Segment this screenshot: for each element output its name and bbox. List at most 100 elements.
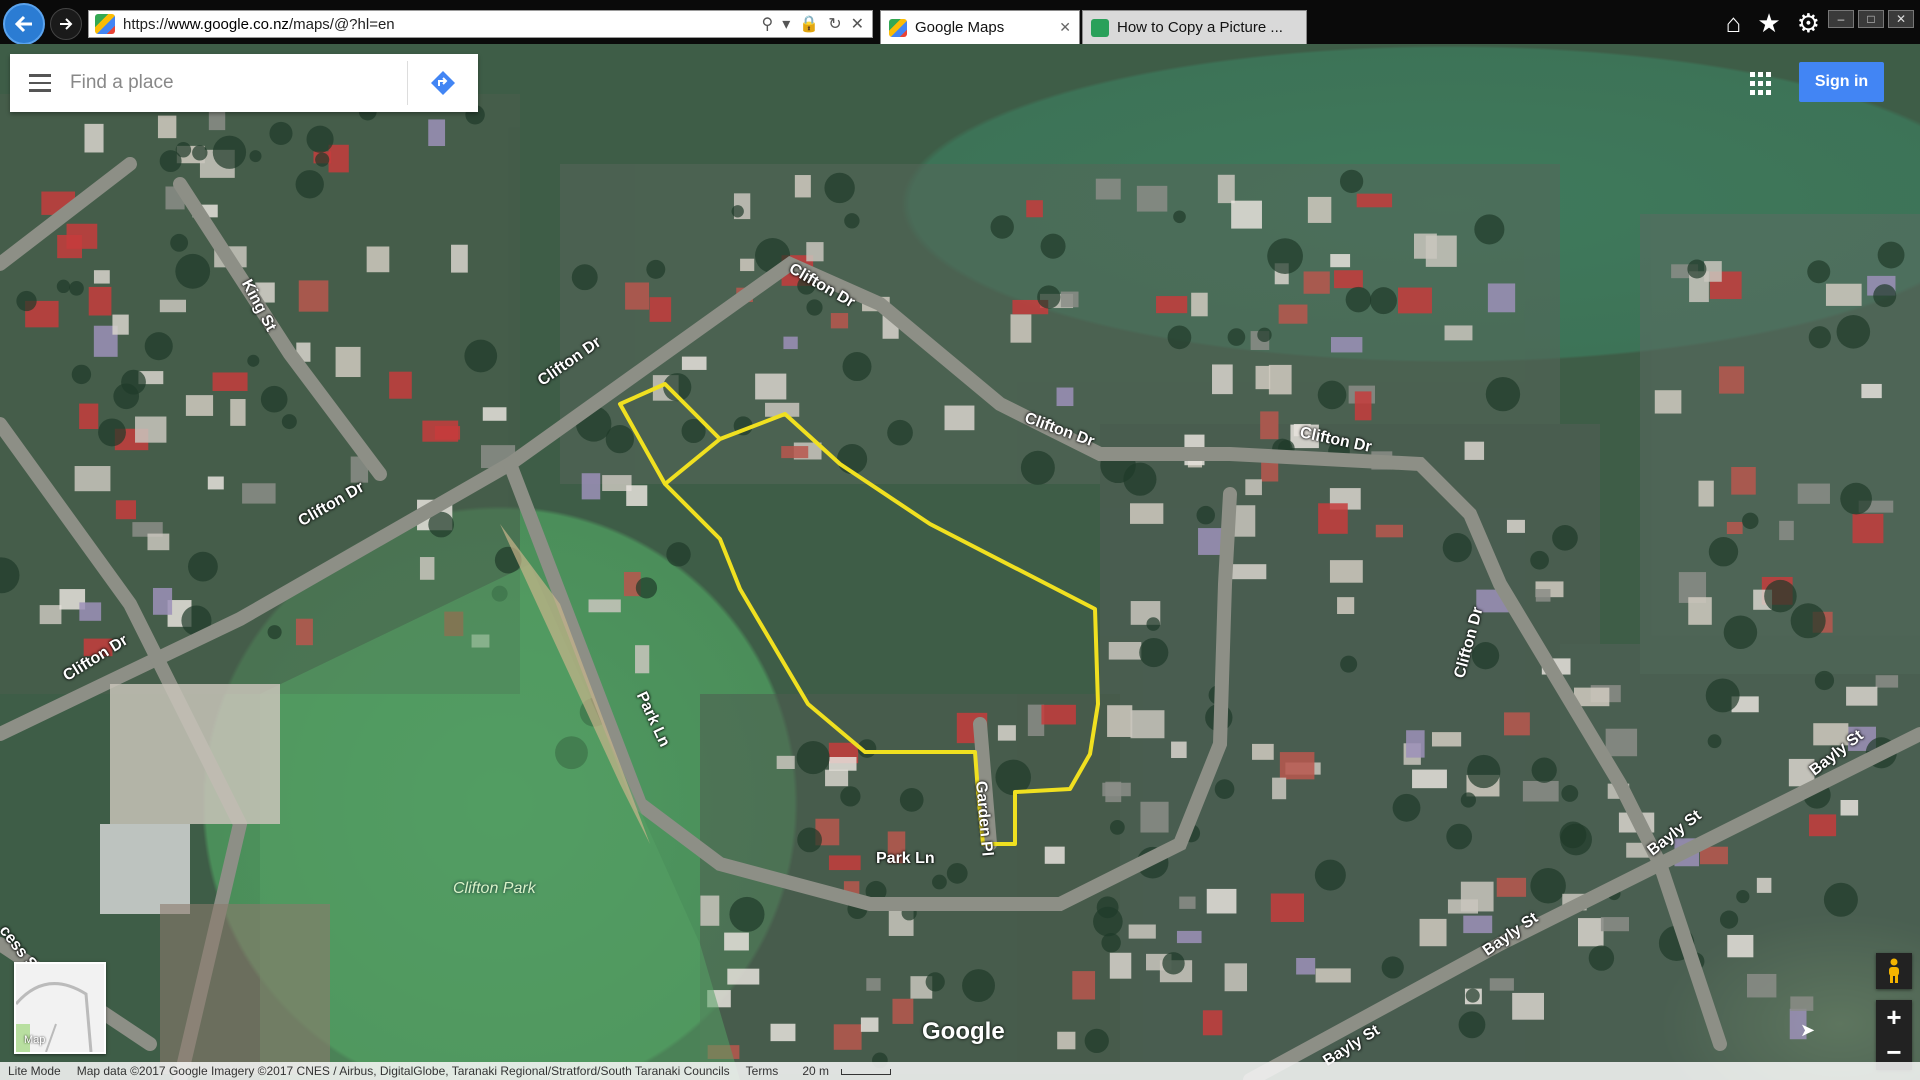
tree bbox=[267, 625, 282, 640]
roof bbox=[830, 313, 849, 329]
roof bbox=[1375, 524, 1403, 538]
roof bbox=[1056, 387, 1074, 407]
roof bbox=[770, 1023, 796, 1042]
roof bbox=[230, 399, 246, 426]
roof bbox=[1790, 996, 1814, 1011]
refresh-icon[interactable]: ↻ bbox=[828, 14, 841, 34]
close-window-button[interactable]: ✕ bbox=[1888, 10, 1914, 28]
tree bbox=[1339, 169, 1364, 194]
street-view-pegman[interactable] bbox=[1876, 953, 1912, 989]
roof bbox=[482, 407, 507, 421]
tree bbox=[1764, 579, 1797, 613]
roof bbox=[1072, 971, 1096, 1000]
directions-icon bbox=[431, 71, 455, 95]
minimize-button[interactable]: – bbox=[1828, 10, 1854, 28]
satellite-map[interactable]: King St Clifton Dr Clifton Dr Clifton Dr… bbox=[0, 44, 1920, 1080]
terms-link[interactable]: Terms bbox=[738, 1064, 787, 1078]
dropdown-icon[interactable]: ▾ bbox=[782, 14, 790, 34]
menu-icon[interactable] bbox=[10, 74, 70, 92]
tree bbox=[899, 788, 924, 812]
sign-in-button[interactable]: Sign in bbox=[1799, 62, 1884, 102]
tree bbox=[1707, 734, 1722, 749]
tab-label: How to Copy a Picture ... bbox=[1117, 19, 1283, 36]
compass-icon[interactable]: ➤ bbox=[1800, 1020, 1815, 1041]
roof bbox=[1747, 973, 1777, 998]
tree bbox=[990, 215, 1014, 239]
roof bbox=[1731, 467, 1756, 495]
roof bbox=[1245, 479, 1262, 496]
settings-gear-icon[interactable]: ⚙ bbox=[1797, 8, 1820, 39]
roof bbox=[93, 270, 110, 284]
tree bbox=[315, 152, 330, 167]
tree bbox=[925, 972, 945, 992]
tree bbox=[144, 332, 173, 361]
back-button[interactable] bbox=[3, 3, 45, 45]
favorites-star-icon[interactable]: ★ bbox=[1757, 8, 1780, 39]
roof bbox=[88, 286, 112, 316]
street-label: Park Ln bbox=[876, 850, 935, 867]
tree bbox=[1040, 233, 1066, 259]
tree bbox=[796, 741, 830, 775]
roof bbox=[79, 403, 99, 430]
tree bbox=[1020, 450, 1055, 485]
map-type-thumbnail[interactable]: Map bbox=[14, 962, 106, 1054]
roof bbox=[1726, 521, 1743, 534]
roof bbox=[1719, 366, 1745, 394]
tree bbox=[306, 125, 334, 153]
roof bbox=[1107, 705, 1133, 737]
maps-favicon-icon bbox=[95, 14, 115, 34]
tree bbox=[98, 418, 126, 447]
roof bbox=[1535, 589, 1551, 602]
roof bbox=[39, 605, 62, 625]
tab-how-to-copy[interactable]: How to Copy a Picture ... bbox=[1082, 10, 1307, 44]
tree bbox=[1381, 956, 1404, 979]
tree bbox=[1460, 792, 1477, 808]
tree bbox=[260, 385, 288, 413]
stop-icon[interactable]: ✕ bbox=[851, 14, 864, 34]
roof bbox=[1506, 519, 1525, 533]
zoom-in-button[interactable]: + bbox=[1876, 1000, 1912, 1035]
tree bbox=[605, 424, 635, 454]
roof bbox=[1727, 934, 1754, 958]
roof bbox=[1270, 893, 1304, 922]
map-imagery bbox=[0, 94, 1920, 1080]
roof bbox=[892, 998, 914, 1024]
roof bbox=[1156, 296, 1188, 314]
lite-mode-link[interactable]: Lite Mode bbox=[0, 1064, 69, 1078]
maximize-button[interactable]: □ bbox=[1858, 10, 1884, 28]
url-text[interactable]: https://www.google.co.nz/maps/@?hl=en bbox=[123, 16, 762, 33]
roof bbox=[1337, 597, 1355, 615]
search-input[interactable] bbox=[70, 63, 407, 103]
tab-google-maps[interactable]: Google Maps ✕ bbox=[880, 10, 1080, 44]
roof bbox=[1825, 283, 1862, 306]
google-watermark: Google bbox=[922, 1018, 1005, 1045]
tree bbox=[1196, 505, 1215, 525]
roof bbox=[1212, 364, 1233, 395]
roof bbox=[1191, 292, 1208, 317]
roof bbox=[740, 258, 755, 272]
forward-button[interactable] bbox=[50, 8, 82, 40]
search-box[interactable] bbox=[10, 54, 478, 112]
directions-button[interactable] bbox=[408, 54, 478, 112]
roof bbox=[626, 485, 648, 506]
roof bbox=[115, 500, 136, 520]
roof bbox=[1272, 777, 1287, 800]
tree bbox=[1687, 259, 1707, 279]
tree bbox=[464, 339, 498, 373]
address-bar[interactable]: https://www.google.co.nz/maps/@?hl=en ⚲ … bbox=[88, 10, 873, 38]
roof bbox=[74, 466, 111, 492]
tree bbox=[121, 369, 146, 395]
roof bbox=[1176, 930, 1202, 944]
lock-icon[interactable]: 🔒 bbox=[799, 14, 819, 34]
apps-grid-icon[interactable] bbox=[1750, 72, 1774, 96]
close-tab-icon[interactable]: ✕ bbox=[1059, 19, 1071, 36]
home-icon[interactable]: ⌂ bbox=[1726, 8, 1742, 39]
search-icon[interactable]: ⚲ bbox=[762, 14, 774, 34]
tree bbox=[1736, 889, 1750, 904]
minimap-label: Map bbox=[24, 1034, 46, 1046]
scale-indicator[interactable]: 20 m bbox=[786, 1064, 899, 1078]
roof bbox=[1255, 365, 1271, 390]
roof bbox=[1605, 728, 1638, 757]
roof bbox=[1041, 704, 1076, 725]
roof bbox=[1206, 888, 1237, 914]
